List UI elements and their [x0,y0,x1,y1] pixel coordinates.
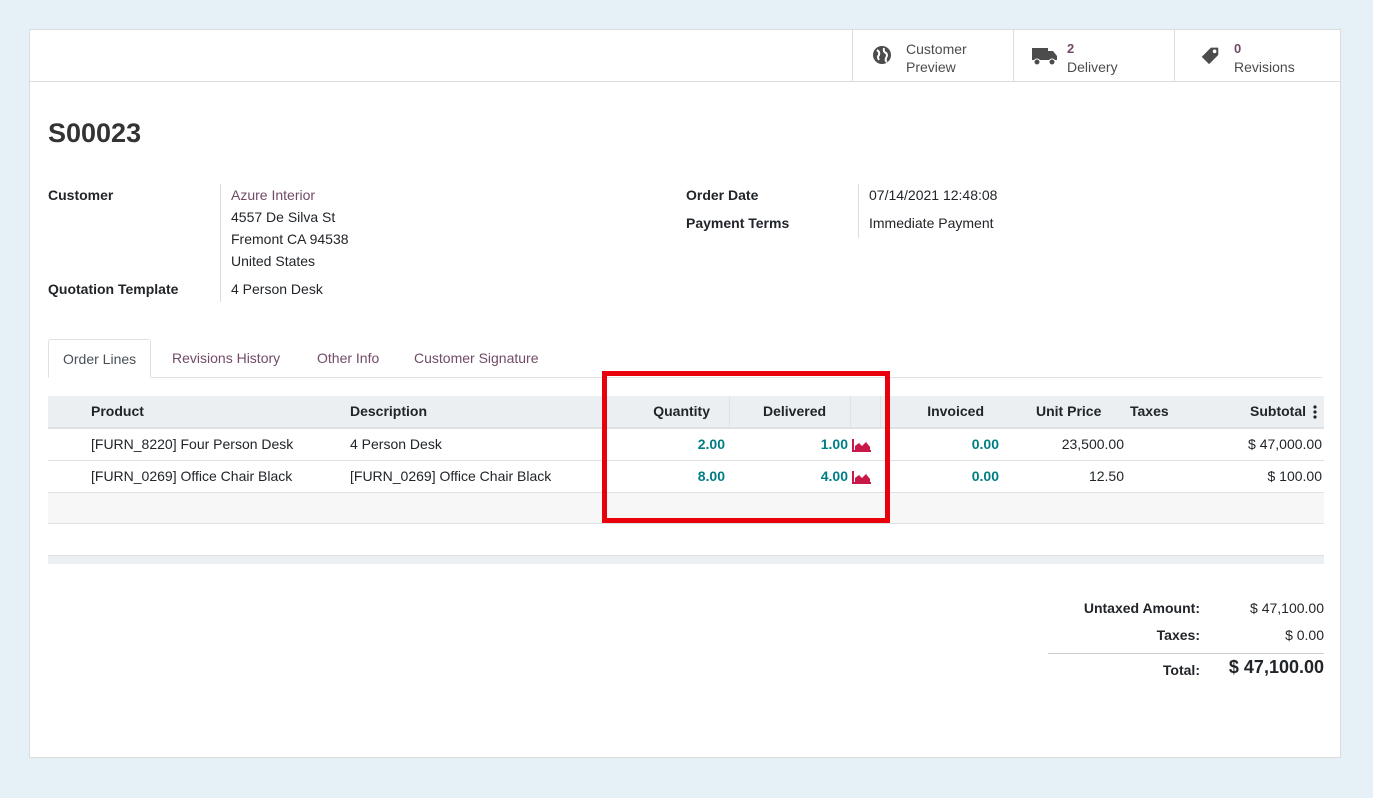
row-product: [FURN_8220] Four Person Desk [91,436,294,452]
field-divider [220,278,221,302]
customer-preview-button[interactable]: Customer Preview [852,30,1013,81]
customer-address-city: Fremont CA 94538 [231,231,349,247]
tab-other-info[interactable]: Other Info [317,339,379,377]
delivery-label: Delivery [1067,59,1118,75]
revisions-label: Revisions [1234,59,1295,75]
order-name: S00023 [48,118,142,148]
col-subtotal[interactable]: Subtotal [1188,396,1306,427]
optional-columns-icon[interactable] [1312,405,1318,419]
tab-customer-signature[interactable]: Customer Signature [414,339,539,377]
taxes-label: Taxes: [1156,627,1200,643]
tab-revisions-history[interactable]: Revisions History [172,339,280,377]
row-unit-price: 12.50 [1088,468,1124,484]
order-date-label: Order Date [686,187,759,203]
tags-icon [1201,47,1219,65]
revisions-button[interactable]: 0 Revisions [1174,30,1341,81]
row-invoiced: 0.00 [971,436,999,452]
delivery-button[interactable]: 2 Delivery [1013,30,1174,81]
delivery-count: 2 [1067,41,1075,56]
quotation-template-value: 4 Person Desk [231,281,323,297]
tab-order-lines[interactable]: Order Lines [48,339,152,378]
field-divider [858,184,859,238]
taxes-value: $ 0.00 [1285,627,1324,643]
row-subtotal: $ 47,000.00 [1248,436,1322,452]
untaxed-amount-label: Untaxed Amount: [1083,600,1200,616]
total-value: $ 47,100.00 [1228,657,1324,677]
customer-address-street: 4557 De Silva St [231,209,336,225]
customer-name-link[interactable]: Azure Interior [231,187,315,203]
customer-label: Customer [48,187,114,203]
row-subtotal: $ 100.00 [1267,468,1323,484]
row-description: 4 Person Desk [350,436,442,452]
col-description[interactable]: Description [350,396,427,427]
payment-terms-value: Immediate Payment [869,215,994,231]
table-footer [48,555,1324,564]
col-product[interactable]: Product [91,396,144,427]
totals-divider [1048,653,1324,654]
form-sheet: Customer Preview 2 Delivery 0 Revisions … [29,29,1341,758]
col-unit-price[interactable]: Unit Price [1036,396,1101,427]
row-invoiced: 0.00 [971,468,999,484]
globe-icon [873,46,891,64]
untaxed-amount-value: $ 47,100.00 [1250,600,1324,616]
payment-terms-label: Payment Terms [686,215,790,231]
customer-preview-line1: Customer [906,41,967,57]
row-description: [FURN_0269] Office Chair Black [350,468,552,484]
customer-preview-line2: Preview [906,59,956,75]
order-date-value: 07/14/2021 12:48:08 [869,187,998,203]
highlight-box [602,371,890,523]
col-invoiced[interactable]: Invoiced [888,396,984,427]
row-product: [FURN_0269] Office Chair Black [91,468,293,484]
quotation-template-label: Quotation Template [48,281,179,297]
field-divider [220,184,221,278]
row-unit-price: 23,500.00 [1061,436,1124,452]
total-label: Total: [1162,662,1200,678]
button-box: Customer Preview 2 Delivery 0 Revisions [30,30,1340,82]
revisions-count: 0 [1234,41,1242,56]
truck-icon [1032,48,1057,66]
col-taxes[interactable]: Taxes [1130,396,1169,427]
customer-address-country: United States [231,253,316,269]
